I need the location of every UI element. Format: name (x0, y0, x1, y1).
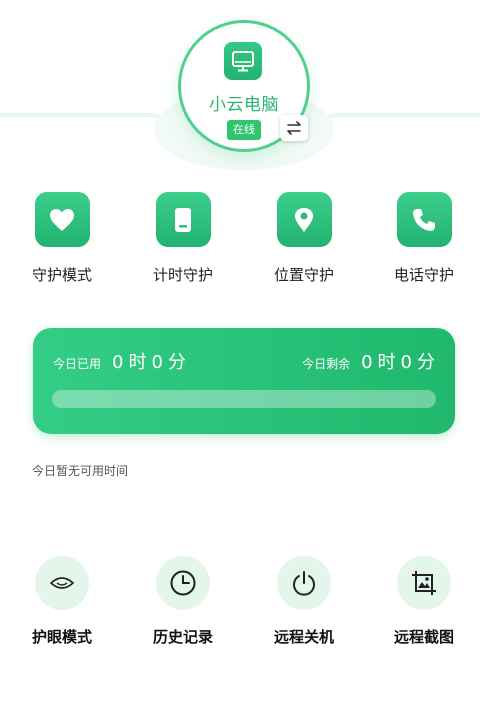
screenshot-icon (397, 556, 451, 610)
feature-timer-guard[interactable]: 计时守护 (133, 192, 233, 285)
tool-eye-protection[interactable]: 护眼模式 (12, 556, 112, 647)
usage-progress-bar (52, 390, 436, 408)
used-caption: 今日已用 (53, 357, 102, 371)
remaining-minutes: 0 (400, 352, 412, 373)
heart-icon (34, 192, 90, 247)
tool-label: 历史记录 (152, 628, 213, 646)
device-name: 小云电脑 (209, 95, 279, 115)
feature-label: 电话守护 (393, 266, 454, 284)
feature-label: 位置守护 (273, 266, 334, 284)
used-minutes: 0 (151, 352, 163, 373)
clock-icon (156, 556, 210, 610)
tool-label: 远程关机 (273, 628, 334, 646)
tool-label: 护眼模式 (31, 628, 92, 646)
hour-unit: 时 (128, 352, 147, 373)
feature-phone-guard[interactable]: 电话守护 (374, 192, 474, 285)
switch-device-button[interactable] (280, 115, 308, 141)
monitor-icon (224, 42, 262, 80)
tool-remote-shutdown[interactable]: 远程关机 (254, 556, 354, 647)
status-badge: 在线 (227, 120, 261, 140)
feature-label: 守护模式 (31, 266, 92, 284)
usage-card: 今日已用 0 时 0 分 今日剩余 0 时 0 分 (33, 328, 455, 434)
tool-remote-screenshot[interactable]: 远程截图 (374, 556, 474, 647)
remaining-caption: 今日剩余 (302, 357, 351, 371)
no-available-time-text: 今日暂无可用时间 (32, 464, 129, 478)
feature-guard-mode[interactable]: 守护模式 (12, 192, 112, 285)
tool-history[interactable]: 历史记录 (133, 556, 233, 647)
used-time: 今日已用 0 时 0 分 (53, 348, 186, 374)
phone-call-icon (396, 192, 452, 247)
feature-label: 计时守护 (152, 266, 213, 284)
feature-location-guard[interactable]: 位置守护 (254, 192, 354, 285)
phone-icon (155, 192, 211, 247)
remaining-time: 今日剩余 0 时 0 分 (302, 348, 435, 374)
eye-icon (35, 556, 89, 610)
location-pin-icon (276, 192, 332, 247)
minute-unit: 分 (167, 352, 186, 373)
minute-unit: 分 (417, 352, 435, 373)
hour-unit: 时 (377, 352, 396, 373)
swap-icon (287, 121, 301, 135)
power-icon (277, 556, 331, 610)
remaining-hours: 0 (361, 352, 373, 373)
used-hours: 0 (112, 352, 124, 373)
tool-label: 远程截图 (393, 628, 454, 646)
